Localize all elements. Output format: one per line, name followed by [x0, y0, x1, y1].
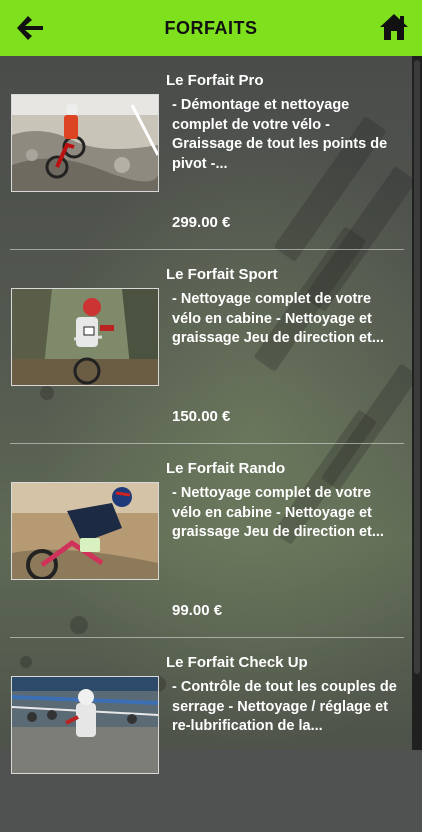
package-description: - Contrôle de tout les couples de serrag… [172, 679, 397, 734]
package-price: 99.00 € [172, 602, 223, 619]
list-item[interactable]: Le Forfait Sport - Nettoyage complet de … [0, 250, 412, 444]
back-button[interactable] [14, 12, 46, 44]
scrollbar-thumb[interactable] [414, 60, 420, 674]
page-title: FORFAITS [164, 17, 258, 38]
package-thumbnail [11, 288, 159, 386]
package-price: 299.00 € [172, 214, 231, 231]
package-description: - Démontage et nettoyage complet de votr… [172, 97, 388, 172]
home-button[interactable] [378, 11, 410, 43]
package-name: Le Forfait Pro [166, 72, 264, 89]
package-thumbnail [11, 676, 159, 774]
package-thumbnail [11, 482, 159, 580]
package-price: 150.00 € [172, 408, 231, 425]
package-name: Le Forfait Check Up [166, 654, 308, 671]
package-list: Le Forfait Pro - Démontage et nettoyage … [0, 56, 412, 832]
home-icon [380, 14, 408, 40]
package-description: - Nettoyage complet de votre vélo en cab… [172, 485, 384, 540]
list-item[interactable]: Le Forfait Rando - Nettoyage complet de … [0, 444, 412, 638]
package-thumbnail [11, 94, 159, 192]
app-header: FORFAITS [0, 0, 422, 56]
list-item[interactable]: Le Forfait Check Up - Contrôle de tout l… [0, 638, 412, 832]
arrow-left-icon [17, 16, 43, 40]
package-name: Le Forfait Rando [166, 460, 286, 477]
list-item[interactable]: Le Forfait Pro - Démontage et nettoyage … [0, 56, 412, 250]
package-name: Le Forfait Sport [166, 266, 278, 283]
package-description: - Nettoyage complet de votre vélo en cab… [172, 291, 384, 346]
